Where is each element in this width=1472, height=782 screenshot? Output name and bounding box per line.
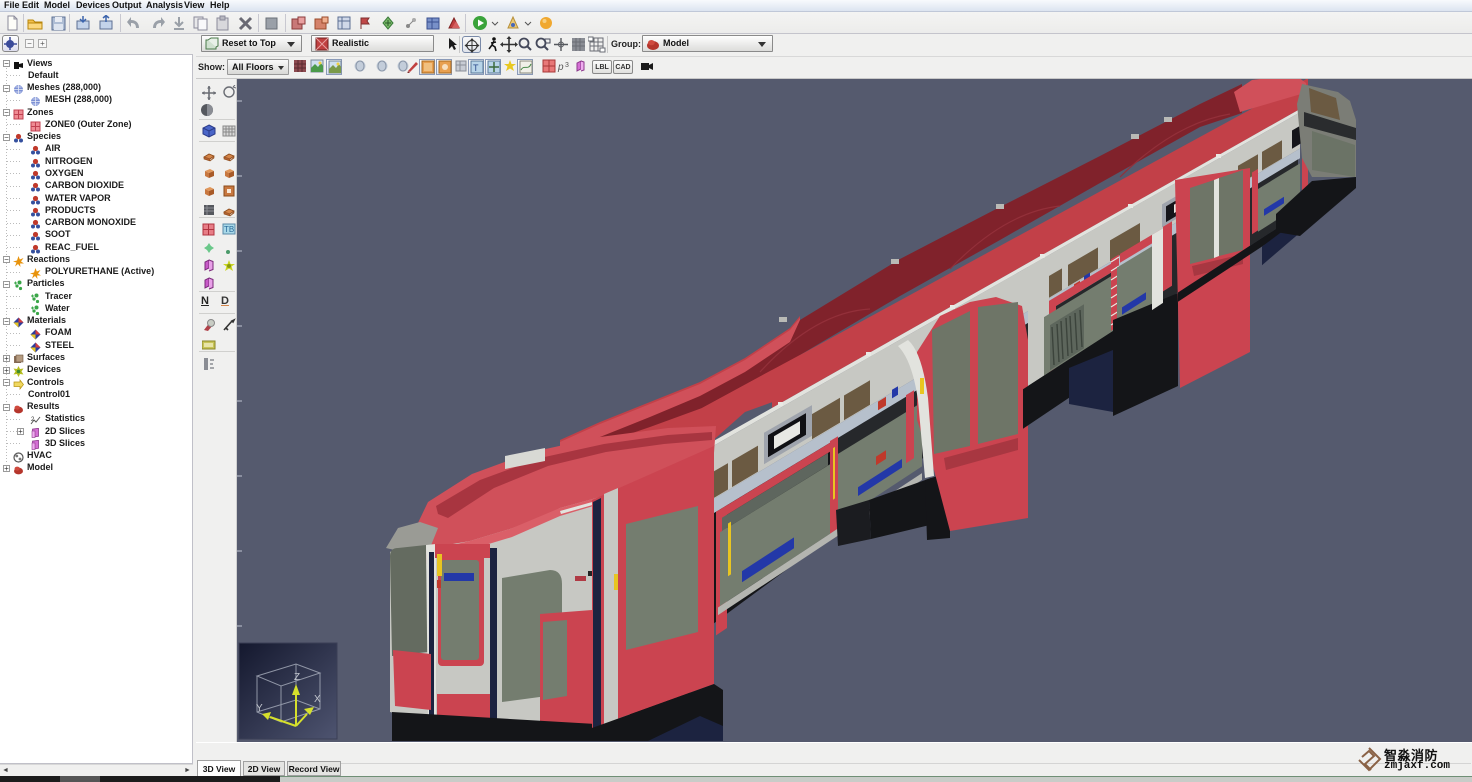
svg-text:Y: Y [256, 703, 263, 714]
svg-text:T: T [473, 63, 479, 73]
svg-text:X: X [314, 694, 321, 705]
svg-text:p: p [557, 62, 564, 73]
svg-text:Z: Z [294, 672, 300, 683]
svg-text:TB: TB [224, 225, 234, 234]
svg-text:3: 3 [565, 62, 569, 69]
